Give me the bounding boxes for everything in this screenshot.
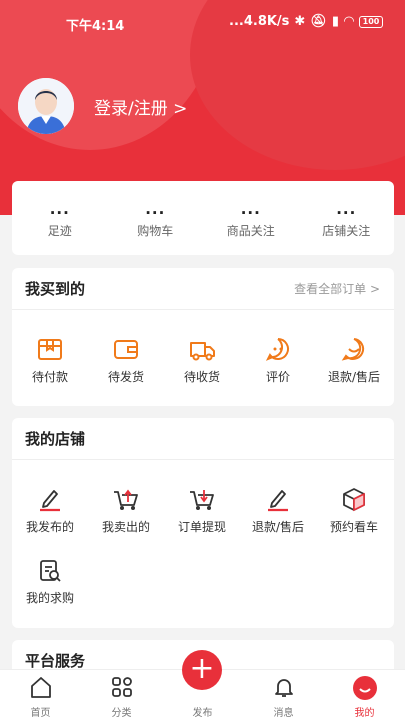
- box-icon: [12, 332, 88, 362]
- publish-button[interactable]: +: [182, 650, 222, 690]
- bluetooth-icon: ✱: [294, 14, 306, 29]
- shop-card: 我的店铺 我发布的 我卖出的 订单提现 退款/售后 预约看车 我的求购: [12, 418, 394, 628]
- wifi-icon: ◠: [344, 14, 354, 29]
- quick-links: ... 足迹 ... 购物车 ... 商品关注 ... 店铺关注: [12, 181, 394, 255]
- battery-icon: 100: [359, 15, 383, 28]
- shop-withdraw[interactable]: 订单提现: [164, 482, 240, 535]
- tab-home[interactable]: 首页: [0, 670, 81, 720]
- quick-shop-follow[interactable]: ... 店铺关注: [299, 181, 395, 255]
- wallet-icon: [88, 332, 164, 362]
- shop-my-posts[interactable]: 我发布的: [12, 482, 88, 535]
- clipboard-search-icon: [12, 553, 88, 583]
- shop-refund[interactable]: 退款/售后: [240, 482, 316, 535]
- shop-sold[interactable]: 我卖出的: [88, 482, 164, 535]
- view-all-orders-link[interactable]: 查看全部订单 >: [294, 268, 380, 310]
- order-refund[interactable]: 退款/售后: [316, 332, 392, 385]
- home-icon: [29, 675, 53, 703]
- avatar[interactable]: [18, 78, 74, 134]
- pen-icon: [240, 482, 316, 512]
- quick-cart[interactable]: ... 购物车: [108, 181, 204, 255]
- grid-icon: [110, 675, 134, 703]
- mine-icon: [352, 675, 378, 705]
- quick-product-follow[interactable]: ... 商品关注: [203, 181, 299, 255]
- shop-wanted[interactable]: 我的求购: [12, 553, 88, 606]
- truck-icon: [164, 332, 240, 362]
- status-bar: 下午4:14 ...4.8K/s ✱ 🔕︎ ▮ ◠ 100: [0, 0, 405, 44]
- profile-login[interactable]: 登录/注册 >: [18, 78, 187, 134]
- bought-card: 我买到的 查看全部订单 > 待付款 待发货 待收货 评价 退款/售后: [12, 268, 394, 406]
- tab-mine[interactable]: 我的: [324, 670, 405, 720]
- service-icon: [316, 332, 392, 362]
- status-time: 下午4:14: [66, 19, 125, 34]
- shop-title: 我的店铺: [12, 418, 394, 460]
- order-pending-ship[interactable]: 待发货: [88, 332, 164, 385]
- tab-category[interactable]: 分类: [81, 670, 162, 720]
- tab-messages[interactable]: 消息: [243, 670, 324, 720]
- mute-icon: 🔕︎: [310, 14, 327, 29]
- order-review[interactable]: 评价: [240, 332, 316, 385]
- signal-icon: ▮: [331, 14, 339, 29]
- cart-up-icon: [88, 482, 164, 512]
- order-pending-receive[interactable]: 待收货: [164, 332, 240, 385]
- login-register-link[interactable]: 登录/注册 >: [94, 94, 187, 119]
- network-speed: ...4.8K/s: [229, 14, 290, 29]
- comment-icon: [240, 332, 316, 362]
- quick-footprints[interactable]: ... 足迹: [12, 181, 108, 255]
- bell-icon: [272, 675, 296, 703]
- pen-icon: [12, 482, 88, 512]
- shop-car-viewing[interactable]: 预约看车: [316, 482, 392, 535]
- cart-down-icon: [164, 482, 240, 512]
- cube-icon: [316, 482, 392, 512]
- order-pending-payment[interactable]: 待付款: [12, 332, 88, 385]
